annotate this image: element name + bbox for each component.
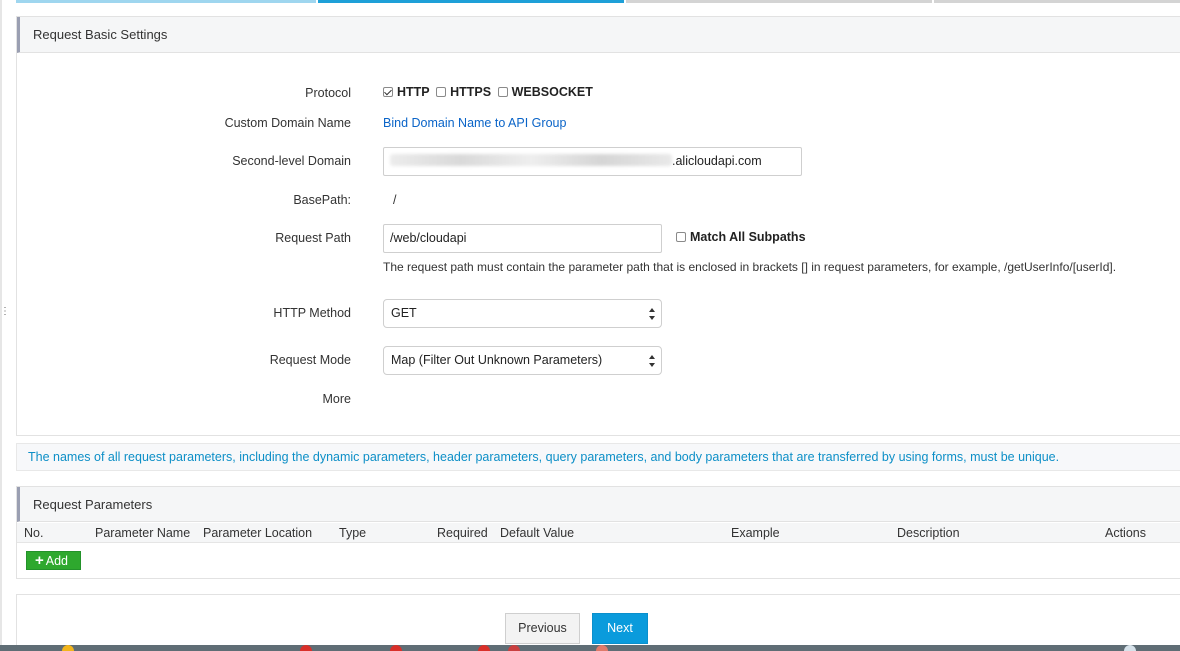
second-level-domain-label: Second-level Domain: [232, 154, 351, 168]
dock-app-icon[interactable]: [478, 645, 490, 651]
next-button[interactable]: Next: [592, 613, 648, 644]
request-mode-value: Map (Filter Out Unknown Parameters): [391, 353, 603, 367]
dock-app-icon[interactable]: [508, 645, 520, 651]
domain-suffix: .alicloudapi.com: [672, 154, 762, 168]
column-header: Required: [437, 526, 488, 540]
previous-button[interactable]: Previous: [505, 613, 580, 644]
custom-domain-label: Custom Domain Name: [224, 116, 351, 130]
column-header: Parameter Location: [203, 526, 313, 540]
request-mode-select[interactable]: Map (Filter Out Unknown Parameters): [383, 346, 662, 375]
os-taskbar: [0, 645, 1180, 651]
match-all-subpaths-option[interactable]: Match All Subpaths: [676, 230, 809, 244]
https-label: HTTPS: [450, 85, 492, 99]
dock-app-icon[interactable]: [62, 645, 74, 651]
step-4-indicator: [934, 0, 1180, 3]
http-checkbox[interactable]: [383, 87, 393, 97]
step-2-indicator: [318, 0, 624, 3]
dock-app-icon[interactable]: [1124, 645, 1136, 651]
request-path-label: Request Path: [275, 231, 351, 245]
match-all-subpaths-label: Match All Subpaths: [690, 230, 806, 244]
unique-parameter-notice: The names of all request parameters, inc…: [16, 443, 1180, 471]
protocol-options: HTTP HTTPS WEBSOCKET: [383, 85, 596, 99]
plus-icon: +: [35, 552, 44, 569]
redacted-domain-prefix: [390, 154, 672, 166]
left-edge-strip: [0, 0, 2, 651]
request-path-hint: The request path must contain the parame…: [383, 260, 1117, 274]
http-method-value: GET: [391, 306, 417, 320]
protocol-https-option[interactable]: HTTPS: [436, 85, 494, 99]
http-method-select[interactable]: GET: [383, 299, 662, 328]
request-mode-label: Request Mode: [269, 353, 351, 367]
step-3-indicator: [626, 0, 932, 3]
https-checkbox[interactable]: [436, 87, 447, 97]
websocket-checkbox[interactable]: [497, 87, 508, 97]
basepath-label: BasePath:: [293, 193, 351, 207]
basepath-value: /: [393, 193, 397, 207]
step-progress-bar: [16, 0, 1180, 3]
column-header: No.: [24, 526, 44, 540]
column-header: Type: [339, 526, 367, 540]
add-button-label: Add: [45, 554, 69, 568]
dock-app-icon[interactable]: [300, 645, 312, 651]
match-all-subpaths-checkbox[interactable]: [676, 232, 686, 242]
websocket-label: WEBSOCKET: [511, 85, 593, 99]
request-parameters-title: Request Parameters: [17, 487, 1180, 522]
drag-handle-icon[interactable]: ⋮: [0, 307, 10, 322]
http-label: HTTP: [397, 85, 430, 99]
request-parameters-panel: Request Parameters No. Parameter Name Pa…: [16, 486, 1180, 579]
protocol-websocket-option[interactable]: WEBSOCKET: [497, 85, 596, 99]
column-header: Parameter Name: [95, 526, 191, 540]
protocol-label: Protocol: [305, 86, 351, 100]
select-arrows-icon: [649, 307, 656, 321]
footer-panel: Previous Next: [16, 594, 1180, 651]
protocol-http-option[interactable]: HTTP: [383, 85, 433, 99]
more-toggle[interactable]: More: [17, 392, 351, 406]
step-1-indicator: [16, 0, 316, 3]
parameters-table-header: No. Parameter Name Parameter Location Ty…: [17, 523, 1180, 543]
column-header: Actions: [1105, 526, 1146, 540]
select-arrows-icon: [649, 354, 656, 368]
column-header: Example: [731, 526, 780, 540]
bind-domain-link[interactable]: Bind Domain Name to API Group: [383, 116, 566, 130]
request-path-input[interactable]: /web/cloudapi: [383, 224, 662, 253]
add-parameter-button[interactable]: + Add: [26, 551, 81, 570]
column-header: Description: [897, 526, 960, 540]
column-header: Default Value: [500, 526, 575, 540]
dock-app-icon[interactable]: [390, 645, 402, 651]
dock-app-icon[interactable]: [596, 645, 608, 651]
basic-settings-title: Request Basic Settings: [17, 17, 1180, 53]
basic-settings-panel: Request Basic Settings Protocol HTTP HTT…: [16, 16, 1180, 436]
second-level-domain-input[interactable]: .alicloudapi.com: [383, 147, 802, 176]
http-method-label: HTTP Method: [273, 306, 351, 320]
